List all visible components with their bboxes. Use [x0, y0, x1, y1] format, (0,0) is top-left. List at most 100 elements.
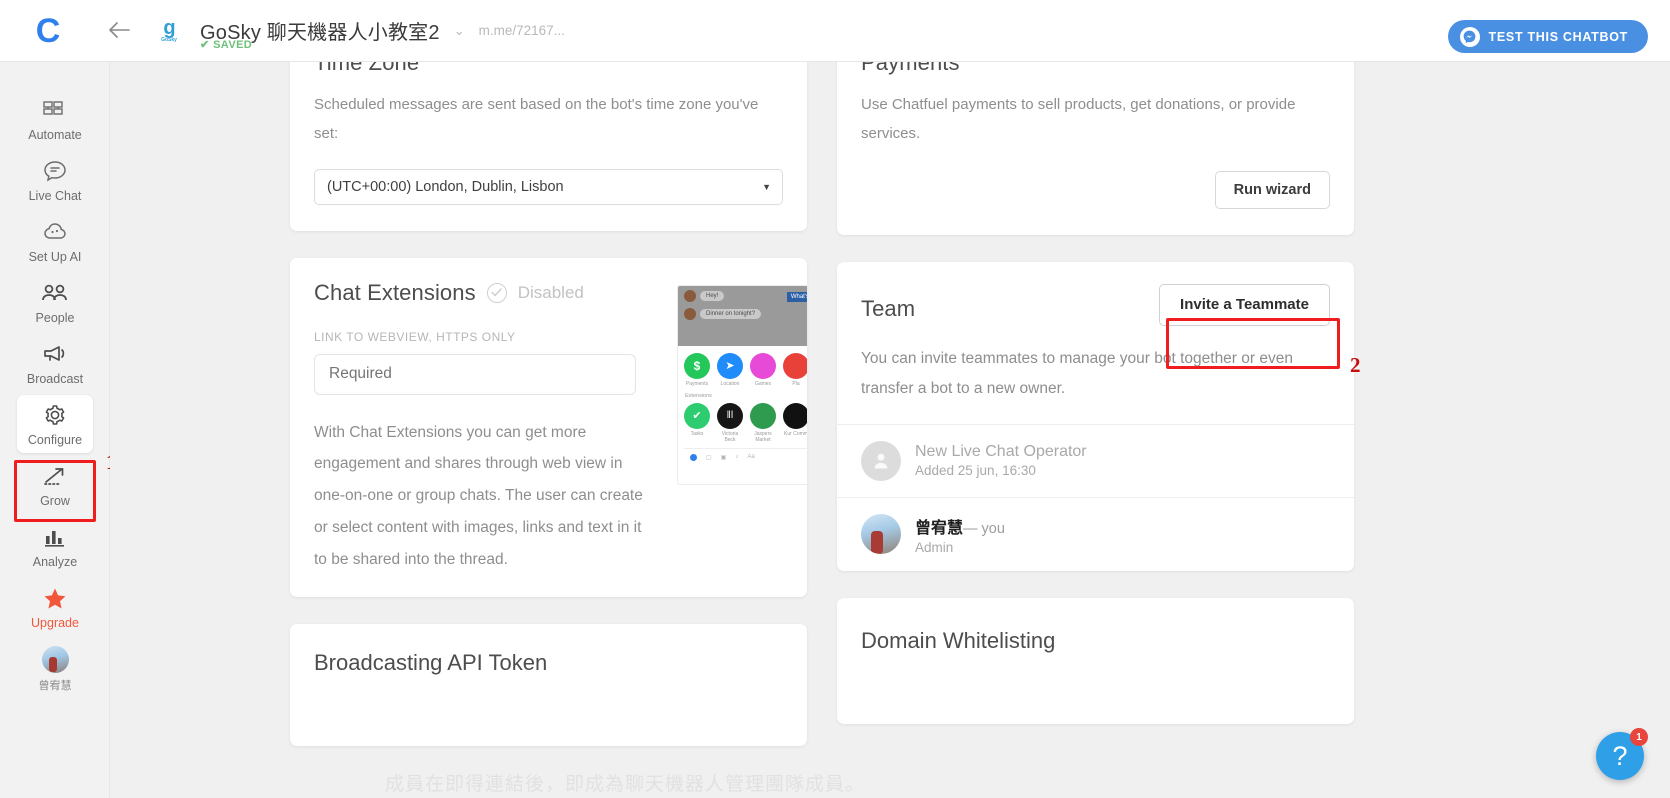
chat-extensions-body: With Chat Extensions you can get more en…: [314, 423, 643, 568]
broadcasting-api-token-title: Broadcasting API Token: [314, 650, 548, 676]
payments-title: Payments: [861, 62, 960, 75]
phone-ext-name: Victoria Beck: [721, 430, 739, 443]
phone-app-name: Pla: [792, 380, 800, 387]
sidebar-label-set-up-ai: Set Up AI: [28, 250, 82, 264]
sidebar-label-live-chat: Live Chat: [28, 189, 82, 203]
team-member-info: 曾宥慧— you Admin: [915, 514, 1005, 555]
team-member-row[interactable]: New Live Chat Operator Added 25 jun, 16:…: [837, 423, 1354, 497]
phone-app-sheet: $ Payments ➤ Location Games Pla Extensio…: [678, 345, 807, 468]
phone-avatar: [684, 307, 696, 320]
chevron-down-icon: ▼: [762, 181, 771, 192]
sidebar-label-account: 曾宥慧: [38, 680, 72, 692]
bot-avatar: g GoSky: [152, 13, 186, 48]
help-notification-badge: 1: [1630, 728, 1648, 746]
bar-chart-icon: [0, 524, 110, 550]
people-icon: [0, 280, 110, 306]
domain-whitelisting-card: Domain Whitelisting: [837, 597, 1354, 724]
phone-conversation: What's Hey! Dinner on tonight?: [678, 285, 807, 346]
saved-status: ✔ SAVED: [200, 39, 253, 51]
back-arrow-icon[interactable]: [96, 20, 142, 42]
blocks-icon: [0, 97, 110, 123]
chat-extensions-status: Disabled: [517, 282, 584, 302]
team-title: Team: [861, 295, 916, 321]
phone-ext-item: Kur Comm: [783, 402, 807, 443]
gear-icon: [0, 402, 110, 428]
chevron-down-icon[interactable]: ⌄: [454, 23, 465, 39]
person-icon: [861, 440, 901, 481]
phone-app-row: $ Payments ➤ Location Games Pla: [684, 352, 807, 387]
sidebar-item-people[interactable]: People: [0, 271, 110, 332]
phone-message-1: Hey!: [700, 290, 725, 301]
time-zone-title: Time Zone: [314, 62, 420, 75]
left-sidebar: Automate Live Chat Set Up AI People Broa…: [0, 62, 110, 798]
phone-app-name: Games: [754, 380, 772, 387]
sidebar-item-live-chat[interactable]: Live Chat: [0, 149, 110, 210]
sidebar-label-upgrade: Upgrade: [31, 616, 79, 630]
phone-app-item: ➤ Location: [717, 352, 743, 387]
phone-avatar: [684, 289, 696, 302]
bot-avatar-initial: g: [163, 16, 175, 39]
invite-a-teammate-button[interactable]: Invite a Teammate: [1159, 283, 1330, 326]
bot-short-url: m.me/72167...: [478, 23, 565, 38]
phone-ext-item: ✔ Tasks: [684, 402, 710, 443]
broadcasting-api-token-card: Broadcasting API Token: [290, 624, 807, 747]
user-avatar-icon: [0, 645, 110, 673]
phone-app-item: $ Payments: [684, 352, 710, 387]
sidebar-item-account[interactable]: 曾宥慧: [0, 637, 110, 700]
test-this-chatbot-label: TEST THIS CHATBOT: [1488, 29, 1628, 44]
sidebar-item-analyze[interactable]: Analyze: [0, 515, 110, 576]
chatfuel-logo[interactable]: C: [0, 14, 96, 48]
sidebar-label-configure: Configure: [27, 433, 83, 447]
avatar: [861, 514, 901, 555]
team-member-added: Added 25 jun, 16:30: [915, 463, 1036, 479]
phone-section-label: Extensions: [685, 392, 712, 399]
sidebar-label-grow: Grow: [40, 494, 70, 508]
ai-cloud-icon: [0, 219, 110, 245]
phone-app-name: Payments: [685, 380, 709, 387]
right-column: Payments Use Chatfuel payments to sell p…: [837, 62, 1354, 773]
phone-app-item: Pla: [783, 352, 807, 387]
team-member-row[interactable]: 曾宥慧— you Admin: [837, 496, 1354, 571]
phone-ext-name: Tasks: [690, 430, 704, 437]
test-this-chatbot-button[interactable]: TEST THIS CHATBOT: [1447, 20, 1648, 53]
star-icon: [0, 585, 110, 611]
team-member-name: 曾宥慧— you: [915, 514, 1005, 538]
megaphone-icon: [0, 341, 110, 367]
sidebar-label-broadcast: Broadcast: [26, 372, 84, 386]
cards-columns: Time Zone Scheduled messages are sent ba…: [110, 62, 1670, 773]
team-member-you-tag: — you: [963, 520, 1005, 537]
phone-ext-name: Jaspers Market: [754, 430, 772, 443]
sidebar-item-upgrade[interactable]: Upgrade: [0, 576, 110, 637]
payments-description: Use Chatfuel payments to sell products, …: [861, 96, 1296, 143]
time-zone-card: Time Zone Scheduled messages are sent ba…: [290, 62, 807, 231]
sidebar-item-set-up-ai[interactable]: Set Up AI: [0, 210, 110, 271]
run-wizard-button[interactable]: Run wizard: [1214, 170, 1330, 209]
team-header: Team Invite a Teammate: [861, 283, 1330, 326]
annotation-number-2: 2: [1350, 353, 1361, 377]
time-zone-selected-value: (UTC+00:00) London, Dublin, Lisbon: [327, 178, 564, 195]
phone-ext-item: ǁǀ Victoria Beck: [717, 402, 743, 443]
sidebar-item-grow[interactable]: Grow: [0, 454, 110, 515]
team-member-role: Admin: [915, 539, 954, 555]
phone-app-name: Location: [720, 380, 740, 387]
payments-card: Payments Use Chatfuel payments to sell p…: [837, 62, 1354, 235]
webview-link-input[interactable]: [314, 353, 636, 395]
check-circle-icon: [486, 282, 507, 303]
team-description: You can invite teammates to manage your …: [861, 349, 1293, 397]
sidebar-item-configure[interactable]: Configure: [0, 393, 110, 454]
sidebar-item-broadcast[interactable]: Broadcast: [0, 332, 110, 393]
sidebar-label-people: People: [35, 311, 75, 325]
chat-extensions-card: Chat Extensions Disabled LINK TO WEBVIEW…: [290, 257, 807, 598]
chat-extensions-title: Chat Extensions: [314, 279, 476, 305]
time-zone-select[interactable]: (UTC+00:00) London, Dublin, Lisbon ▼: [314, 168, 783, 205]
phone-ext-item: Jaspers Market: [750, 402, 776, 443]
sidebar-item-automate[interactable]: Automate: [0, 88, 110, 149]
phone-toolbar: ▢ ▣ ♪ Aa: [684, 447, 807, 461]
phone-ext-name: Kur Comm: [784, 430, 807, 437]
main-content: Time Zone Scheduled messages are sent ba…: [110, 62, 1670, 798]
messenger-icon: [1459, 26, 1480, 47]
trending-up-icon: [0, 463, 110, 489]
bot-title-group: GoSky 聊天機器人小教室2 ✔ SAVED: [200, 16, 440, 51]
app-root: C g GoSky GoSky 聊天機器人小教室2 ✔ SAVED ⌄ m.me…: [0, 0, 1670, 798]
team-card: Team Invite a Teammate You can invite te…: [837, 261, 1354, 571]
